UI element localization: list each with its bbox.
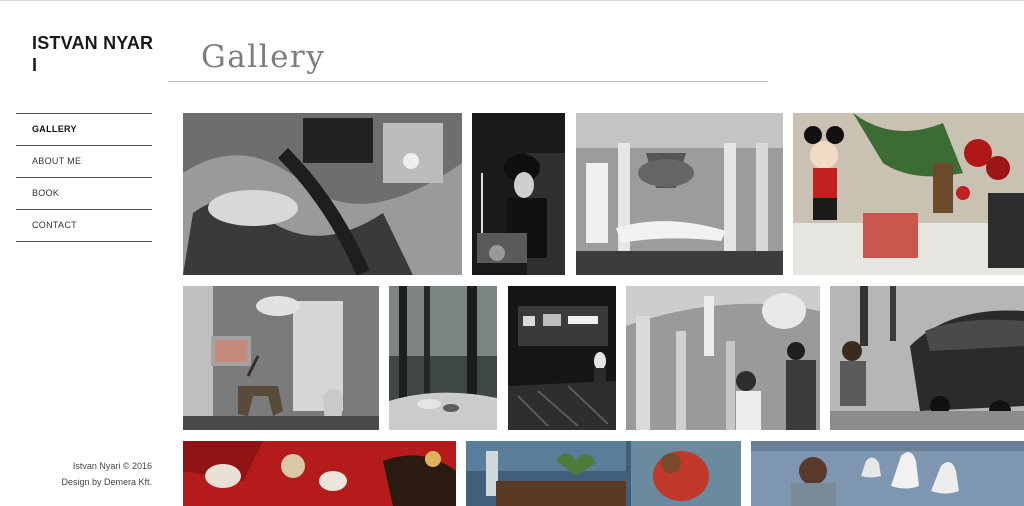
gallery-photo[interactable] — [183, 113, 462, 275]
top-border — [0, 0, 1024, 1]
gallery-photo[interactable] — [830, 286, 1024, 430]
gallery-photo[interactable] — [508, 286, 616, 430]
sidebar-footer: Istvan Nyari © 2016 Design by Demera Kft… — [16, 458, 152, 490]
nav-item-about-me[interactable]: ABOUT ME — [16, 146, 152, 178]
gallery-photo[interactable] — [183, 441, 456, 506]
gallery-photo[interactable] — [466, 441, 741, 506]
gallery-photo[interactable] — [793, 113, 1024, 275]
nav-item-book[interactable]: BOOK — [16, 178, 152, 210]
gallery-photo[interactable] — [389, 286, 497, 430]
nav-item-contact[interactable]: CONTACT — [16, 210, 152, 242]
gallery-photo[interactable] — [183, 286, 379, 430]
gallery-photo[interactable] — [576, 113, 783, 275]
gallery-photo[interactable] — [751, 441, 1024, 506]
copyright-text: Istvan Nyari © 2016 — [72, 461, 152, 471]
design-credit[interactable]: Design by Demera Kft. — [16, 474, 152, 490]
title-divider — [168, 81, 768, 82]
site-name[interactable]: ISTVAN NYARI — [32, 32, 156, 76]
page-title: Gallery — [201, 38, 326, 75]
nav-item-gallery[interactable]: GALLERY — [16, 114, 152, 146]
gallery-photo[interactable] — [626, 286, 820, 430]
main-nav: GALLERY ABOUT ME BOOK CONTACT — [16, 113, 152, 242]
gallery-photo[interactable] — [472, 113, 565, 275]
